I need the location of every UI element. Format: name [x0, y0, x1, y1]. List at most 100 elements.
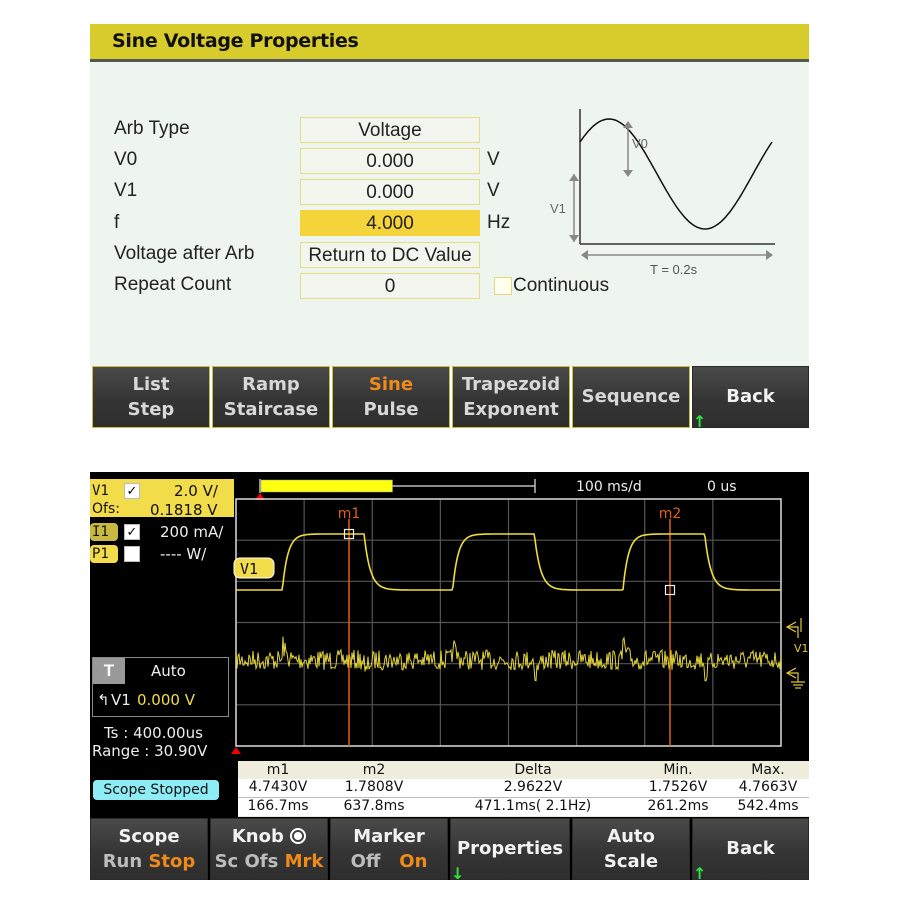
ground-reference-marker [785, 667, 805, 689]
scope-display[interactable]: 100 ms/d 0 us m1 m2 V1 V1 [90, 472, 809, 762]
readout-header: Min. [663, 762, 693, 778]
field-frequency[interactable]: 4.000 [300, 210, 480, 236]
sine-properties-panel: Sine Voltage Properties Arb Type Voltage… [90, 24, 809, 432]
readout-min-time: 261.2ms [647, 798, 709, 814]
option-stop-selected: Stop [148, 851, 196, 872]
option-scale: Sc [214, 851, 239, 872]
softkey-sine-pulse[interactable]: Sine Pulse [332, 366, 450, 428]
field-repeat-count[interactable]: 0 [300, 273, 480, 299]
readout-max-time: 542.4ms [737, 798, 799, 814]
softkey-back[interactable]: Back ↑ [692, 366, 809, 431]
scope-panel: V1 ✓ 2.0 V/ Ofs: 0.1818 V I1 ✓ 200 mA/ P… [90, 472, 809, 883]
softkey-properties[interactable]: Properties ↓ [450, 818, 570, 883]
readout-header: m2 [362, 762, 386, 778]
unit-v1: V [487, 180, 500, 201]
range-marker [231, 747, 241, 754]
diagram-sine-curve [579, 118, 773, 230]
readout-time-row: 166.7ms 637.8ms 471.1ms( 2.1Hz) 261.2ms … [238, 797, 809, 816]
softkey-line1: Ramp [242, 374, 300, 395]
arb-softkey-bar: List Step Ramp Staircase Sine Pulse Trap… [90, 366, 809, 432]
softkey-line2: Exponent [463, 399, 559, 420]
v0-diagram-label: V0 [632, 136, 648, 151]
unit-frequency: Hz [487, 212, 511, 233]
softkey-ramp-staircase[interactable]: Ramp Staircase [212, 366, 330, 428]
option-on-selected: On [399, 851, 428, 872]
readout-header: m1 [266, 762, 290, 778]
page-title: Sine Voltage Properties [112, 30, 359, 52]
period-arrow-head-right [766, 250, 773, 260]
readout-voltage-row: 4.7430V 1.7808V 2.9622V 1.7526V 4.7663V [238, 779, 809, 797]
softkey-label: Sequence [581, 386, 681, 407]
softkey-line2: Step [127, 399, 175, 420]
softkey-marker[interactable]: Marker Off On [330, 818, 448, 880]
v0-arrow-head-top [623, 121, 633, 128]
field-arb-type[interactable]: Voltage [300, 117, 480, 143]
softkey-sequence[interactable]: Sequence [572, 366, 690, 428]
unit-v0: V [487, 149, 500, 170]
readout-delta-voltage: 2.9622V [503, 779, 563, 795]
readout-header: Max. [751, 762, 785, 778]
option-run: Run [102, 851, 143, 872]
softkey-title: Scope [118, 826, 180, 847]
arrow-up-icon: ↑ [693, 412, 707, 431]
option-marker-selected: Mrk [284, 851, 324, 872]
softkey-back-scope[interactable]: Back ↑ [692, 818, 809, 883]
softkey-label: Back [726, 386, 775, 407]
softkey-line2: Scale [603, 851, 659, 872]
label-voltage-after-arb: Voltage after Arb [114, 243, 255, 264]
v1-diagram-label: V1 [550, 201, 566, 216]
softkey-line1: Trapezoid [461, 374, 561, 395]
label-v1: V1 [114, 180, 138, 201]
softkey-trapezoid-exponent[interactable]: Trapezoid Exponent [452, 366, 570, 428]
field-v0[interactable]: 0.000 [300, 148, 480, 174]
readout-m1-voltage: 4.7430V [248, 779, 308, 795]
softkey-line1: List [132, 374, 170, 395]
softkey-line2: Pulse [363, 399, 419, 420]
label-frequency: f [114, 212, 120, 233]
period-label: T = 0.2s [650, 262, 698, 277]
softkey-list-step[interactable]: List Step [92, 366, 210, 428]
softkey-line2: Staircase [223, 399, 319, 420]
trigger-delay: 0 us [707, 479, 737, 495]
softkey-knob[interactable]: Knob Sc Ofs Mrk [210, 818, 328, 880]
softkey-title: Marker [353, 826, 425, 847]
readout-delta-time: 471.1ms( 2.1Hz) [474, 798, 592, 814]
softkey-line1-selected: Sine [368, 374, 414, 395]
v1-arrow-head-top [569, 174, 579, 181]
sine-diagram: V0 V1 T = 0.2s [550, 109, 775, 277]
softkey-label: Properties [456, 838, 564, 859]
field-voltage-after-arb[interactable]: Return to DC Value [300, 242, 480, 268]
softkey-label: Back [726, 838, 775, 859]
v0-arrow-head-bottom [623, 170, 633, 177]
marker-m1-label: m1 [338, 506, 361, 522]
continuous-checkbox[interactable] [494, 277, 512, 295]
softkey-title: Knob [231, 826, 284, 847]
option-off: Off [350, 851, 381, 872]
readout-max-voltage: 4.7663V [738, 779, 798, 795]
marker-m2-label: m2 [659, 506, 682, 522]
arrow-down-icon: ↓ [451, 864, 465, 883]
softkey-auto-scale[interactable]: Auto Scale [572, 818, 690, 880]
record-bar-fill [260, 479, 393, 493]
timebase: 100 ms/d [576, 479, 642, 495]
label-repeat-count: Repeat Count [114, 274, 232, 295]
readout-header: Delta [514, 762, 552, 778]
scope-status-badge: Scope Stopped [93, 780, 219, 800]
readout-m1-time: 166.7ms [247, 798, 309, 814]
label-arb-type: Arb Type [114, 118, 190, 139]
marker-readout-table: m1 m2 Delta Min. Max. 4.7430V 1.7808V 2.… [238, 761, 809, 817]
scope-grid [236, 499, 781, 746]
trigger-level-marker [785, 618, 802, 638]
v1-trace-label: V1 [240, 560, 258, 578]
trigger-level-marker-source: V1 [794, 642, 809, 655]
label-v0: V0 [114, 149, 138, 170]
option-offset: Ofs [244, 851, 279, 872]
readout-m2-voltage: 1.7808V [344, 779, 404, 795]
readout-min-voltage: 1.7526V [648, 779, 708, 795]
softkey-scope-run-stop[interactable]: Scope Run Stop [90, 818, 208, 880]
panel-header: Sine Voltage Properties [90, 24, 809, 62]
arrow-up-icon: ↑ [693, 864, 707, 883]
knob-icon [290, 828, 307, 844]
field-v1[interactable]: 0.000 [300, 179, 480, 205]
readout-m2-time: 637.8ms [343, 798, 405, 814]
